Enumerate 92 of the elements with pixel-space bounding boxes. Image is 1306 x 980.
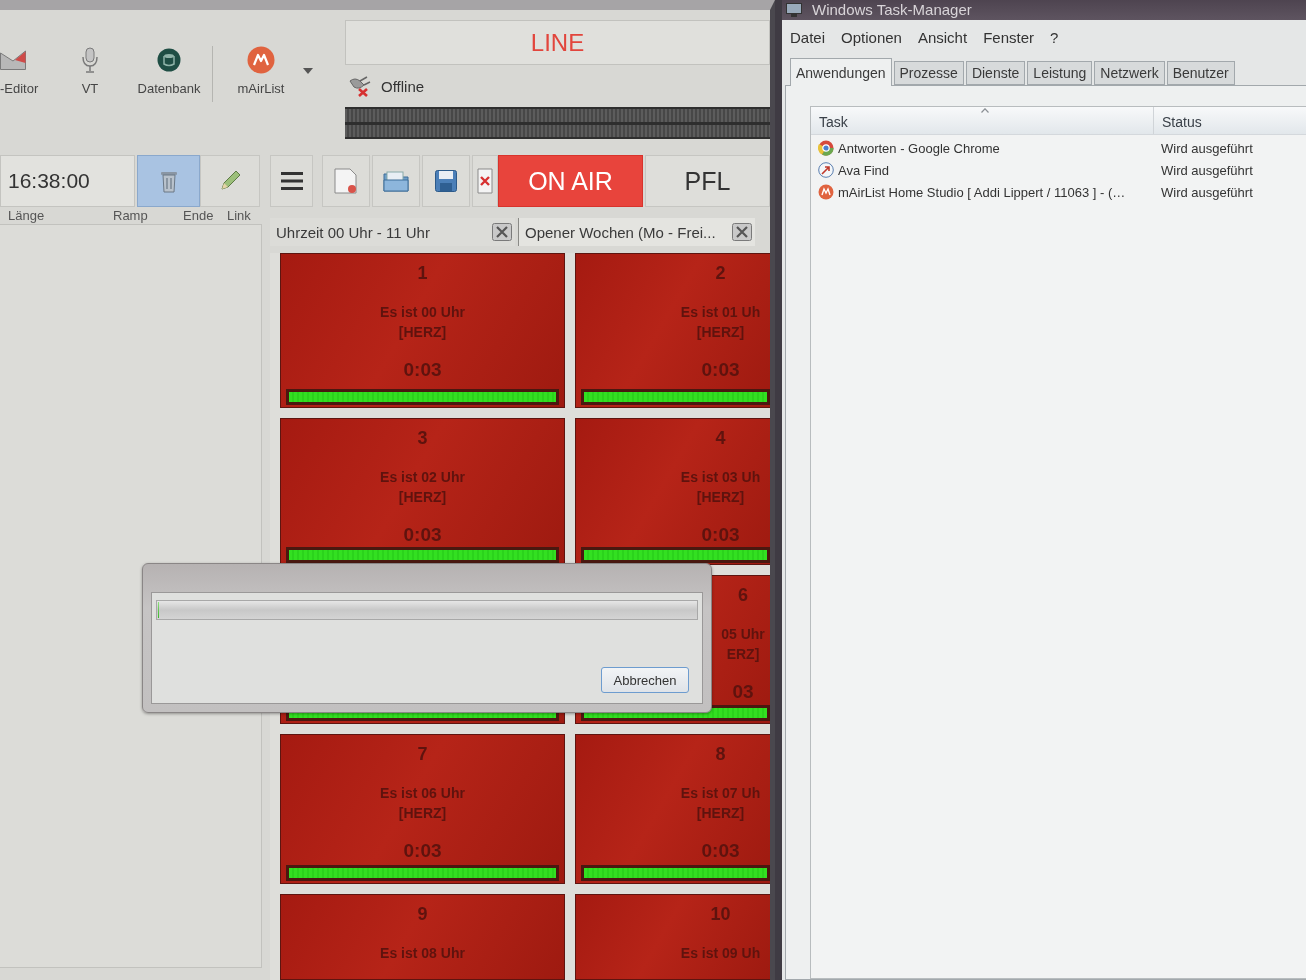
cart-title: Es ist 00 Uhr: [380, 303, 465, 322]
disconnected-icon: [347, 75, 373, 97]
menu-button[interactable]: [270, 155, 313, 207]
cart-duration: 0:03: [403, 523, 442, 547]
menu-item[interactable]: Optionen: [841, 28, 902, 46]
cart-tag: ERZ]: [726, 644, 760, 664]
column-header: Länge: [8, 208, 46, 223]
menu-item[interactable]: Datei: [790, 28, 826, 46]
tab[interactable]: Netzwerk: [1094, 61, 1165, 85]
ribbon-button[interactable]: VT: [72, 46, 108, 96]
cart-duration: 0:03: [701, 358, 740, 382]
cart-tab[interactable]: Opener Wochen (Mo - Frei...: [518, 218, 755, 246]
column-header: Link: [227, 208, 252, 223]
menu-icon: [280, 172, 303, 190]
new-button[interactable]: [322, 155, 370, 207]
open-button[interactable]: [372, 155, 420, 207]
cart-number: 8: [715, 743, 726, 765]
task-name[interactable]: Antworten - Google Chrome: [838, 140, 1000, 156]
task-name[interactable]: Ava Find: [838, 162, 890, 178]
cart-title: Es ist 08 Uhr: [380, 944, 465, 963]
folder-icon: [383, 170, 409, 192]
tab[interactable]: Anwendungen: [790, 58, 892, 86]
clock-display: 16:38:00: [0, 155, 135, 207]
close-icon[interactable]: [492, 223, 512, 241]
cart-number: 3: [417, 427, 428, 449]
tab[interactable]: Dienste: [965, 61, 1026, 85]
on-air-button[interactable]: ON AIR: [498, 155, 643, 207]
cart-tag: [HERZ]: [696, 322, 745, 342]
microphone-icon: [81, 47, 99, 73]
cart-tag: [HERZ]: [398, 322, 447, 342]
logo-icon: [818, 184, 834, 200]
cart-number: 4: [715, 427, 726, 449]
monitor-icon: [786, 3, 802, 17]
sort-caret-icon: [981, 108, 989, 113]
column-header: Ramp: [113, 208, 149, 223]
delete-file-icon: [477, 168, 493, 194]
cart-number: 7: [417, 743, 428, 765]
cart-title: Es ist 09 Uh: [680, 944, 761, 963]
tab[interactable]: Leistung: [1027, 61, 1093, 85]
envelope-icon: [0, 50, 26, 70]
save-button[interactable]: [422, 155, 470, 207]
column-header[interactable]: Status: [1153, 107, 1306, 134]
logo-icon: [247, 46, 275, 74]
cart-title: Es ist 06 Uhr: [380, 784, 465, 803]
ribbon-button[interactable]: mAirList: [231, 46, 291, 96]
cart-number: 2: [715, 262, 726, 284]
new-file-icon: [334, 168, 358, 194]
task-name[interactable]: mAirList Home Studio [ Addi Lippert / 11063 ] - (…: [838, 184, 1126, 200]
cart-duration: 0:03: [403, 839, 442, 863]
tab[interactable]: Benutzer: [1166, 61, 1235, 85]
cart-duration: 0:03: [701, 839, 740, 863]
cart-number: 10: [710, 903, 731, 925]
pencil-icon: [218, 169, 242, 193]
cart-tag: [HERZ]: [696, 803, 745, 823]
cart-duration: 0:03: [403, 358, 442, 382]
cart-title: Es ist 07 Uh: [680, 784, 761, 803]
cart-duration: 0:03: [701, 523, 740, 547]
close-icon[interactable]: [732, 223, 752, 241]
cart-number: 1: [417, 262, 428, 284]
line-display: LINE: [345, 20, 770, 65]
cart-number: 6: [738, 584, 748, 606]
cancel-button[interactable]: Abbrechen: [601, 667, 689, 693]
column-header[interactable]: Task: [811, 107, 1153, 134]
cart-title: Es ist 01 Uh: [680, 303, 761, 322]
ribbon-button[interactable]: -Editor: [0, 46, 44, 96]
save-icon: [435, 170, 457, 192]
database-icon: [157, 48, 181, 72]
cart-duration: 03: [732, 680, 754, 704]
menu-item[interactable]: ?: [1050, 28, 1059, 46]
cart-tag: [HERZ]: [398, 487, 447, 507]
cart-title: Es ist 02 Uhr: [380, 468, 465, 487]
task-status: Wird ausgeführt: [1160, 140, 1253, 156]
trash-icon: [159, 169, 178, 193]
connection-status: Offline: [381, 77, 425, 95]
menu-item[interactable]: Ansicht: [917, 28, 968, 46]
browser-icon: [818, 140, 834, 156]
tab[interactable]: Prozesse: [893, 61, 964, 85]
task-status: Wird ausgeführt: [1160, 184, 1253, 200]
cart-title: 05 Uhr: [721, 625, 765, 644]
delete-button[interactable]: [472, 155, 498, 207]
cart-title: Es ist 03 Uh: [680, 468, 761, 487]
cart-tag: [HERZ]: [398, 803, 447, 823]
pfl-button[interactable]: PFL: [645, 155, 770, 207]
window-title: Windows Task-Manager: [812, 2, 972, 18]
cart-tab[interactable]: Uhrzeit 00 Uhr - 11 Uhr: [270, 218, 515, 246]
cart-number: 9: [417, 903, 428, 925]
menu-item[interactable]: Fenster: [983, 28, 1034, 46]
cart-tag: [HERZ]: [696, 487, 745, 507]
column-header: Ende: [183, 208, 215, 223]
caret-icon[interactable]: [303, 68, 313, 74]
ribbon-button[interactable]: Datenbank: [135, 46, 203, 96]
task-status: Wird ausgeführt: [1160, 162, 1253, 178]
